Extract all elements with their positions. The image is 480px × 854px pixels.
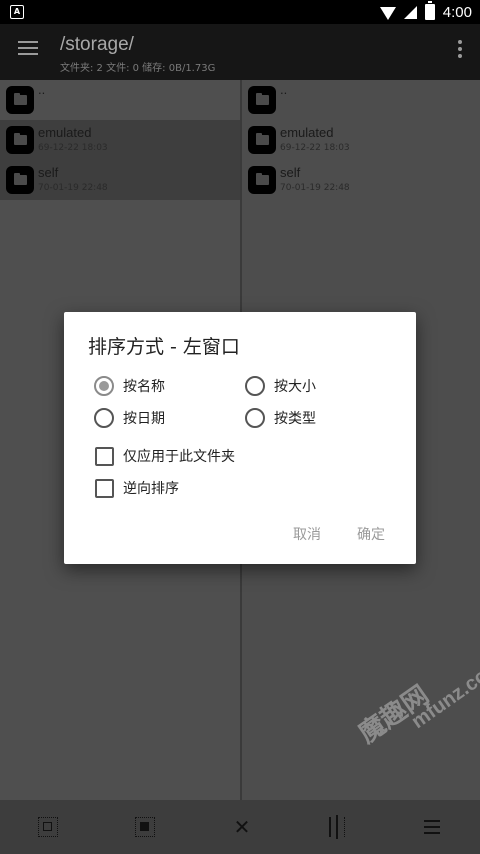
folder-icon (248, 86, 276, 114)
file-row-emulated[interactable]: emulated 69-12-22 18:03 (242, 120, 480, 160)
dialog-title: 排序方式 - 左窗口 (88, 336, 240, 358)
storage-summary: 文件夹: 2 文件: 0 储存: 0B/1.73G (60, 63, 216, 74)
menu-icon[interactable] (18, 41, 38, 55)
file-name: self (38, 165, 59, 180)
ok-button[interactable]: 确定 (357, 524, 385, 544)
sort-dialog: 排序方式 - 左窗口 按名称 按大小 按日期 按类型 仅应用于此文件夹 逆向排序… (64, 312, 416, 564)
file-name: .. (280, 82, 288, 97)
list-view-icon[interactable] (422, 817, 442, 837)
file-date: 69-12-22 18:03 (38, 143, 108, 153)
file-date: 70-01-19 22:48 (38, 183, 108, 193)
split-pane-icon[interactable] (328, 815, 345, 839)
file-row-self[interactable]: self 70-01-19 22:48 (0, 160, 240, 200)
checkbox-label: 逆向排序 (123, 481, 179, 497)
file-row-parent[interactable]: .. (0, 80, 240, 120)
folder-icon (6, 86, 34, 114)
apply-folder-only-checkbox[interactable]: 仅应用于此文件夹 (95, 446, 235, 466)
sort-by-type-option[interactable]: 按类型 (245, 408, 316, 428)
wifi-icon (379, 6, 396, 20)
radio-icon[interactable] (245, 408, 265, 428)
option-label: 按日期 (123, 411, 165, 427)
folder-icon (6, 126, 34, 154)
bottom-toolbar: ✕ (0, 800, 480, 854)
signal-icon (403, 5, 417, 19)
status-bar: A 4:00 (0, 0, 480, 24)
file-row-self[interactable]: self 70-01-19 22:48 (242, 160, 480, 200)
folder-icon (248, 126, 276, 154)
file-name: emulated (280, 125, 334, 140)
option-label: 按名称 (123, 379, 165, 395)
sort-by-name-option[interactable]: 按名称 (94, 376, 165, 396)
file-row-emulated[interactable]: emulated 69-12-22 18:03 (0, 120, 240, 160)
select-part-icon[interactable] (135, 817, 156, 837)
option-label: 按大小 (274, 379, 316, 395)
folder-icon (248, 166, 276, 194)
app-bar: /storage/ 文件夹: 2 文件: 0 储存: 0B/1.73G (0, 24, 480, 80)
file-row-parent[interactable]: .. (242, 80, 480, 120)
select-all-icon[interactable] (38, 817, 59, 837)
status-time: 4:00 (442, 3, 472, 21)
current-path: /storage/ (60, 34, 134, 55)
file-date: 69-12-22 18:03 (280, 143, 350, 153)
cancel-button[interactable]: 取消 (293, 524, 321, 544)
close-icon[interactable]: ✕ (232, 817, 252, 837)
file-name: self (280, 165, 301, 180)
more-options-icon[interactable] (458, 40, 462, 58)
file-name: .. (38, 82, 46, 97)
sort-by-date-option[interactable]: 按日期 (94, 408, 165, 428)
option-label: 按类型 (274, 411, 316, 427)
checkbox-label: 仅应用于此文件夹 (123, 449, 235, 465)
file-date: 70-01-19 22:48 (280, 183, 350, 193)
radio-icon[interactable] (94, 408, 114, 428)
radio-selected-icon[interactable] (94, 376, 114, 396)
sort-by-size-option[interactable]: 按大小 (245, 376, 316, 396)
checkbox-icon[interactable] (95, 446, 114, 466)
checkbox-icon[interactable] (95, 478, 114, 498)
reverse-sort-checkbox[interactable]: 逆向排序 (95, 478, 179, 498)
file-name: emulated (38, 125, 92, 140)
battery-icon (424, 1, 435, 20)
radio-icon[interactable] (245, 376, 265, 396)
notification-icon: A (10, 5, 24, 19)
folder-icon (6, 166, 34, 194)
